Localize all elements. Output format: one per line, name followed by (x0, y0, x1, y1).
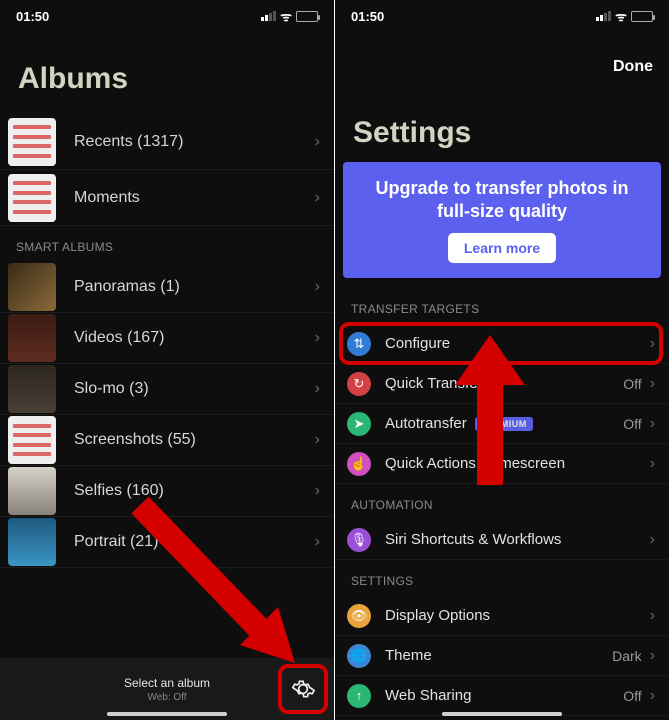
thumb-moments (8, 174, 56, 222)
chevron-right-icon: › (650, 375, 655, 393)
bottom-status: Select an album Web: Off (124, 676, 210, 703)
signal-icon (261, 11, 276, 21)
album-recents[interactable]: Recents (1317) › (0, 114, 334, 170)
row-theme[interactable]: 🌐 Theme Dark › (335, 636, 669, 676)
status-time: 01:50 (16, 9, 49, 24)
refresh-icon: ↻ (347, 372, 371, 396)
wifi-icon: ᯤ (615, 7, 627, 25)
row-label: AutotransferPREMIUM (385, 415, 623, 432)
row-label: Web Sharing (385, 687, 623, 704)
signal-icon (596, 11, 611, 21)
chevron-right-icon: › (315, 380, 320, 398)
row-display-options[interactable]: 👁 Display Options › (335, 596, 669, 636)
chevron-right-icon: › (315, 533, 320, 551)
row-label: Theme (385, 647, 612, 664)
bottom-bar: Select an album Web: Off (0, 658, 334, 720)
thumb-recents (8, 118, 56, 166)
row-label: Slo-mo (3) (74, 380, 315, 398)
chevron-right-icon: › (315, 133, 320, 151)
album-videos[interactable]: Videos (167) › (0, 313, 334, 364)
mic-icon: 🎙 (347, 528, 371, 552)
eye-icon: 👁 (347, 604, 371, 628)
row-label: Videos (167) (74, 329, 315, 347)
page-title: Albums (0, 32, 334, 114)
row-label: Siri Shortcuts & Workflows (385, 531, 650, 548)
page-title: Settings (335, 82, 669, 162)
album-panoramas[interactable]: Panoramas (1) › (0, 262, 334, 313)
gear-icon (290, 676, 316, 702)
chevron-right-icon: › (315, 329, 320, 347)
section-header: AUTOMATION (335, 484, 669, 520)
battery-icon (631, 11, 653, 22)
status-time: 01:50 (351, 9, 384, 24)
row-label: Quick Actions Homescreen (385, 455, 650, 472)
thumb (8, 467, 56, 515)
status-bar: 01:50 ᯤ (335, 0, 669, 32)
battery-icon (296, 11, 318, 22)
album-slomo[interactable]: Slo-mo (3) › (0, 364, 334, 415)
settings-screen: 01:50 ᯤ Done Settings Upgrade to transfe… (335, 0, 670, 720)
row-label: Display Options (385, 607, 650, 624)
row-label: Moments (74, 189, 315, 207)
done-button[interactable]: Done (613, 58, 653, 76)
globe-icon: 🌐 (347, 644, 371, 668)
wifi-icon: ᯤ (280, 7, 292, 25)
row-quick-actions[interactable]: ☝ Quick Actions Homescreen › (335, 444, 669, 484)
album-portrait[interactable]: Portrait (21) › (0, 517, 334, 568)
row-label: Quick Transfer (385, 375, 623, 392)
row-configure[interactable]: ⇅ Configure › (335, 324, 669, 364)
row-web-sharing[interactable]: ↑ Web Sharing Off › (335, 676, 669, 716)
album-selfies[interactable]: Selfies (160) › (0, 466, 334, 517)
upload-icon: ↑ (347, 684, 371, 708)
row-label: Selfies (160) (74, 482, 315, 500)
thumb (8, 518, 56, 566)
thumb (8, 314, 56, 362)
row-label: Configure (385, 335, 650, 352)
row-siri-shortcuts[interactable]: 🎙 Siri Shortcuts & Workflows › (335, 520, 669, 560)
chevron-right-icon: › (650, 687, 655, 705)
row-autotransfer[interactable]: ➤ AutotransferPREMIUM Off › (335, 404, 669, 444)
row-value: Dark (612, 648, 642, 664)
chevron-right-icon: › (650, 607, 655, 625)
chevron-right-icon: › (650, 415, 655, 433)
row-label: Panoramas (1) (74, 278, 315, 296)
bottom-subtitle: Web: Off (124, 692, 210, 703)
learn-more-button[interactable]: Learn more (448, 233, 556, 263)
row-label: Portrait (21) (74, 533, 315, 551)
transfer-icon: ⇅ (347, 332, 371, 356)
thumb (8, 263, 56, 311)
row-value: Off (623, 376, 641, 392)
section-header: SETTINGS (335, 560, 669, 596)
chevron-right-icon: › (650, 647, 655, 665)
section-header: SMART ALBUMS (0, 226, 334, 262)
home-indicator (107, 712, 227, 716)
thumb (8, 416, 56, 464)
album-moments[interactable]: Moments › (0, 170, 334, 226)
premium-badge: PREMIUM (475, 417, 533, 431)
row-value: Off (623, 416, 641, 432)
chevron-right-icon: › (315, 278, 320, 296)
row-label: Screenshots (55) (74, 431, 315, 449)
send-icon: ➤ (347, 412, 371, 436)
chevron-right-icon: › (315, 189, 320, 207)
chevron-right-icon: › (650, 335, 655, 353)
thumb (8, 365, 56, 413)
albums-screen: 01:50 ᯤ Albums Recents (1317) › Moments … (0, 0, 335, 720)
row-label: Recents (1317) (74, 133, 315, 151)
chevron-right-icon: › (315, 431, 320, 449)
home-indicator (442, 712, 562, 716)
bottom-title: Select an album (124, 676, 210, 690)
settings-button[interactable] (278, 664, 328, 714)
tap-icon: ☝ (347, 452, 371, 476)
row-value: Off (623, 688, 641, 704)
status-bar: 01:50 ᯤ (0, 0, 334, 32)
row-quick-transfer[interactable]: ↻ Quick Transfer Off › (335, 364, 669, 404)
chevron-right-icon: › (650, 531, 655, 549)
album-screenshots[interactable]: Screenshots (55) › (0, 415, 334, 466)
chevron-right-icon: › (315, 482, 320, 500)
chevron-right-icon: › (650, 455, 655, 473)
section-header: TRANSFER TARGETS (335, 288, 669, 324)
banner-text: Upgrade to transfer photos in full-size … (361, 177, 643, 224)
upgrade-banner[interactable]: Upgrade to transfer photos in full-size … (343, 162, 661, 278)
